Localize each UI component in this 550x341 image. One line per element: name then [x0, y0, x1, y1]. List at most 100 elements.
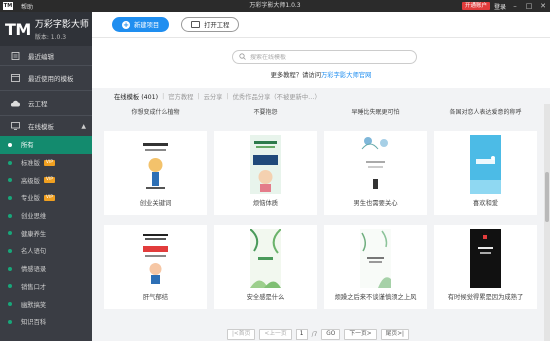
tab-online-templates[interactable]: 在线模板 (401) [114, 92, 158, 101]
template-thumbnail [470, 229, 501, 288]
sidebar-item-label: 云工程 [28, 100, 48, 108]
open-project-button[interactable]: 打开工程 [181, 17, 240, 32]
sidebar-subitem-label: 情感语录 [21, 266, 47, 274]
toolbar: + 新建项目 打开工程 [92, 12, 550, 38]
next-page-button[interactable]: 下一页> [344, 329, 377, 340]
scrollbar-thumb[interactable] [545, 172, 549, 222]
close-icon[interactable]: ✕ [538, 1, 548, 11]
sidebar-subitem[interactable]: 知识百科 [0, 313, 92, 331]
sidebar-subitem[interactable]: 销售口才 [0, 278, 92, 296]
brand-name: 万彩字影大师 [34, 20, 89, 30]
sidebar-subitem-label: 销售口才 [21, 283, 47, 291]
sidebar-subitem[interactable]: 名人语句 [0, 242, 92, 260]
bullet-icon [8, 195, 12, 200]
new-project-label: 新建项目 [134, 22, 160, 29]
template-thumbnail [360, 135, 391, 194]
monitor-icon [10, 122, 20, 130]
template-card[interactable]: 有时候觉得累是因为成熟了 [434, 225, 537, 309]
bullet-icon [8, 213, 12, 218]
vip-badge: VIP [43, 177, 56, 184]
app-logo-icon: TM [3, 2, 13, 10]
tab-separator: | [197, 92, 200, 100]
tab-cloud-share[interactable]: 云分享 [204, 92, 223, 101]
template-card[interactable]: 创业关键词 [104, 131, 207, 215]
template-card[interactable]: 男生也需要关心 [324, 131, 427, 215]
card-caption[interactable]: 不要抱怨 [214, 107, 317, 116]
sidebar-subitem[interactable]: 专业版 VIP [0, 189, 92, 207]
template-category-list: 所有 标准版 VIP 高级版 VIP 专业版 VIP 创业思维 健康养生 名人语句 情感语录 销售口才… [0, 136, 92, 331]
card-caption[interactable]: 早睡比失眠更可怕 [324, 107, 427, 116]
brand-version: 版本: 1.0.3 [34, 34, 67, 41]
sidebar-subitem-label: 所有 [21, 142, 34, 150]
card-caption[interactable]: 各国对恋人表达爱意的称呼 [434, 107, 537, 116]
minimize-icon[interactable]: – [510, 1, 520, 11]
first-page-button[interactable]: |<首页 [226, 329, 256, 340]
template-card[interactable]: 烦躁之后来不谈谨慎须之上风 [324, 225, 427, 309]
sidebar-subitem-label: 高级版 [21, 177, 40, 185]
template-thumbnail [360, 229, 391, 288]
menu-help[interactable]: 帮助 [21, 2, 33, 11]
maximize-icon[interactable]: □ [524, 1, 534, 11]
card-caption[interactable]: 你想变成什么植物 [104, 107, 207, 116]
sidebar-item-recent-templates[interactable]: 最近使用的模板 [0, 66, 92, 91]
main-panel: + 新建项目 打开工程 更多教程？请访问万彩字影大师官网 在线模板 (401) … [92, 12, 550, 341]
bullet-icon [8, 319, 12, 324]
cloud-icon [10, 99, 20, 107]
sidebar-subitem-label: 名人语句 [21, 248, 47, 256]
brand-header: TM 万彩字影大师 版本: 1.0.3 [0, 12, 92, 46]
bullet-icon [8, 142, 12, 147]
vip-badge: VIP [43, 159, 56, 166]
last-page-button[interactable]: 尾页>| [380, 329, 410, 340]
bullet-icon [8, 266, 12, 271]
template-thumbnail [470, 135, 501, 194]
new-project-button[interactable]: + 新建项目 [112, 17, 170, 32]
search-input[interactable] [250, 53, 400, 61]
scrollbar-track[interactable] [544, 104, 550, 341]
sidebar-item-online-templates[interactable]: 在线模板 ▲ [0, 116, 92, 136]
open-account-button[interactable]: 开通账户 [461, 2, 490, 10]
sidebar-subitem[interactable]: 情感语录 [0, 260, 92, 278]
template-grid: 你想变成什么植物 不要抱怨 早睡比失眠更可怕 各国对恋人表达爱意的称呼 创业关键… [92, 104, 544, 341]
bullet-icon [8, 248, 12, 253]
tab-separator: | [162, 92, 165, 100]
sidebar-item-recent-edit[interactable]: 最近编辑 [0, 46, 92, 66]
sidebar-subitem[interactable]: 幽默搞笑 [0, 295, 92, 313]
sidebar-item-cloud-projects[interactable]: 云工程 [0, 91, 92, 116]
card-caption: 肝气郁结 [142, 294, 169, 301]
prev-page-button[interactable]: <上一页 [259, 329, 292, 340]
template-card[interactable]: 喜欢和爱 [434, 131, 537, 215]
tab-works-share[interactable]: 优秀作品分享（不被更新中…） [233, 92, 321, 101]
template-thumbnail [250, 135, 281, 194]
template-thumbnail [250, 229, 281, 288]
go-button[interactable]: GO [321, 329, 341, 340]
page-number-input[interactable]: 1 [295, 329, 308, 340]
sidebar-subitem-label: 专业版 [21, 195, 40, 203]
sidebar-subitem-label: 健康养生 [21, 230, 47, 238]
sidebar-subitem[interactable]: 创业思维 [0, 207, 92, 225]
search-box[interactable] [232, 50, 417, 64]
sidebar-subitem[interactable]: 健康养生 [0, 224, 92, 242]
bullet-icon [8, 178, 12, 183]
bullet-icon [8, 302, 12, 307]
sidebar-subitem-label: 知识百科 [21, 319, 47, 327]
official-site-link[interactable]: 万彩字影大师官网 [321, 72, 371, 79]
sidebar-subitem-label: 创业思维 [21, 213, 47, 221]
chevron-up-icon[interactable]: ▲ [81, 123, 86, 130]
template-icon [10, 74, 20, 82]
pagination: |<首页 <上一页 1 /7 GO 下一页> 尾页>| [92, 328, 544, 341]
card-caption: 有时候觉得累是因为成熟了 [447, 294, 524, 301]
template-card[interactable]: 肝气郁结 [104, 225, 207, 309]
sidebar-subitem[interactable]: 高级版 VIP [0, 171, 92, 189]
bullet-icon [8, 160, 12, 165]
open-project-label: 打开工程 [204, 22, 230, 29]
title-bar: TM 帮助 万彩字影大师1.0.3 开通账户 登录 – □ ✕ [0, 0, 550, 12]
template-card[interactable]: 安全感是什么 [214, 225, 317, 309]
template-card[interactable]: 烦恼体质 [214, 131, 317, 215]
tab-official-tutorials[interactable]: 官方教程 [168, 92, 193, 101]
sidebar-subitem[interactable]: 标准版 VIP [0, 154, 92, 172]
card-caption: 安全感是什么 [246, 294, 285, 301]
document-icon [10, 51, 20, 60]
search-icon [239, 52, 246, 62]
login-link[interactable]: 登录 [494, 2, 506, 11]
sidebar-subitem[interactable]: 所有 [0, 136, 92, 154]
